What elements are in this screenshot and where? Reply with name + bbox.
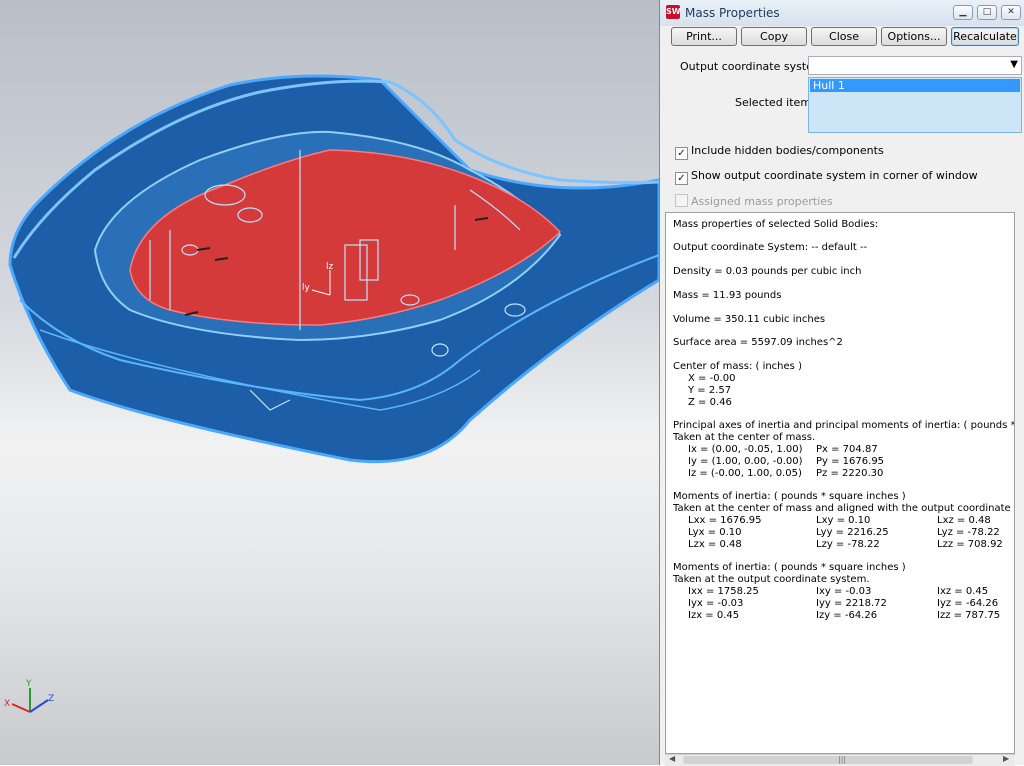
mass-properties-dialog: SW Mass Properties ▁ □ ✕ Print... Copy C… — [659, 0, 1024, 766]
pa-moment: Pz = 2220.30 — [816, 468, 884, 479]
selected-items-list[interactable]: Hull 1 — [808, 77, 1022, 133]
mi1-cell: Lyx = 0.10 — [688, 527, 742, 538]
axis-triad: Y X Z — [4, 679, 54, 713]
mi2-cell: Izz = 787.75 — [937, 610, 1001, 621]
mi1-cell: Lzy = -78.22 — [816, 539, 880, 550]
title-bar[interactable]: SW Mass Properties ▁ □ ✕ — [660, 0, 1024, 26]
window-title: Mass Properties — [685, 6, 780, 20]
graphics-viewport[interactable]: lz ly Y X Z — [0, 0, 659, 765]
scrollbar-thumb[interactable]: ||| — [683, 755, 973, 764]
pa-moment: Py = 1676.95 — [816, 456, 885, 467]
mi1-cell: Lyz = -78.22 — [937, 527, 1000, 538]
report-horizontal-scrollbar[interactable]: ◀ ||| ▶ — [665, 754, 1015, 766]
output-coord-label: Output coordinate system: — [680, 60, 828, 73]
copy-button[interactable]: Copy — [741, 27, 807, 46]
output-coord-select[interactable]: ▼ — [808, 56, 1022, 75]
grip-icon: ||| — [838, 755, 847, 764]
check-icon: ✓ — [675, 172, 688, 185]
com-title: Center of mass: ( inches ) — [673, 361, 802, 372]
show-output-checkbox[interactable]: ✓ Show output coordinate system in corner… — [675, 169, 978, 185]
check-icon: ✓ — [675, 147, 688, 160]
mi1-cell: Lzz = 708.92 — [937, 539, 1003, 550]
include-hidden-label: Include hidden bodies/components — [691, 144, 884, 157]
mi2-title: Moments of inertia: ( pounds * square in… — [673, 562, 906, 573]
mi2-subtitle: Taken at the output coordinate system. — [673, 574, 870, 585]
mi2-cell: Iyz = -64.26 — [937, 598, 999, 609]
report-header: Mass properties of selected Solid Bodies… — [673, 219, 879, 230]
mi2-cell: Iyx = -0.03 — [688, 598, 744, 609]
unchecked-box-icon — [675, 194, 688, 207]
mi2-cell: Izx = 0.45 — [688, 610, 740, 621]
scroll-left-icon[interactable]: ◀ — [669, 754, 675, 763]
mi2-cell: Ixx = 1758.25 — [688, 586, 759, 597]
maximize-button[interactable]: □ — [977, 5, 997, 20]
mi1-cell: Lzx = 0.48 — [688, 539, 742, 550]
show-output-label: Show output coordinate system in corner … — [691, 169, 978, 182]
pa-axis: Iy = (1.00, 0.00, -0.00) — [688, 456, 803, 467]
report-mass: Mass = 11.93 pounds — [673, 290, 782, 301]
results-report[interactable]: Mass properties of selected Solid Bodies… — [665, 212, 1015, 754]
lz-label: lz — [326, 262, 334, 272]
com-z: Z = 0.46 — [688, 397, 732, 408]
mi1-cell: Lyy = 2216.25 — [816, 527, 889, 538]
mi1-cell: Lxy = 0.10 — [816, 515, 871, 526]
assigned-mass-checkbox[interactable]: Assigned mass properties — [675, 194, 833, 208]
print-button[interactable]: Print... — [671, 27, 737, 46]
pa-axis: Ix = (0.00, -0.05, 1.00) — [688, 444, 803, 455]
mi2-cell: Ixz = 0.45 — [937, 586, 989, 597]
chevron-down-icon: ▼ — [1010, 59, 1018, 70]
mi1-subtitle: Taken at the center of mass and aligned … — [673, 503, 1014, 514]
mi2-cell: Iyy = 2218.72 — [816, 598, 887, 609]
ly-label: ly — [302, 283, 311, 293]
close-button[interactable]: Close — [811, 27, 877, 46]
scroll-right-icon[interactable]: ▶ — [1003, 754, 1009, 763]
mi2-cell: Ixy = -0.03 — [816, 586, 872, 597]
mi2-cell: Izy = -64.26 — [816, 610, 878, 621]
triad-x: X — [4, 699, 10, 709]
options-button[interactable]: Options... — [881, 27, 947, 46]
recalculate-button[interactable]: Recalculate — [951, 27, 1019, 46]
include-hidden-checkbox[interactable]: ✓ Include hidden bodies/components — [675, 144, 884, 160]
report-density: Density = 0.03 pounds per cubic inch — [673, 266, 862, 277]
triad-y: Y — [25, 679, 32, 689]
mi1-title: Moments of inertia: ( pounds * square in… — [673, 491, 906, 502]
pa-axis: Iz = (-0.00, 1.00, 0.05) — [688, 468, 802, 479]
pa-subtitle: Taken at the center of mass. — [673, 432, 816, 443]
report-surface-area: Surface area = 5597.09 inches^2 — [673, 337, 843, 348]
solidworks-icon: SW — [666, 5, 681, 19]
triad-z: Z — [48, 694, 54, 704]
com-y: Y = 2.57 — [688, 385, 732, 396]
assigned-mass-label: Assigned mass properties — [691, 195, 833, 208]
pa-moment: Px = 704.87 — [816, 444, 878, 455]
report-volume: Volume = 350.11 cubic inches — [673, 314, 826, 325]
hull-model: lz ly Y X Z — [4, 74, 659, 713]
com-x: X = -0.00 — [688, 373, 736, 384]
close-window-button[interactable]: ✕ — [1001, 5, 1021, 20]
selected-item[interactable]: Hull 1 — [810, 79, 1020, 92]
report-coord-system: Output coordinate System: -- default -- — [673, 242, 868, 253]
minimize-button[interactable]: ▁ — [953, 5, 973, 20]
pa-title: Principal axes of inertia and principal … — [673, 420, 1015, 431]
mi1-cell: Lxx = 1676.95 — [688, 515, 762, 526]
mi1-cell: Lxz = 0.48 — [937, 515, 991, 526]
